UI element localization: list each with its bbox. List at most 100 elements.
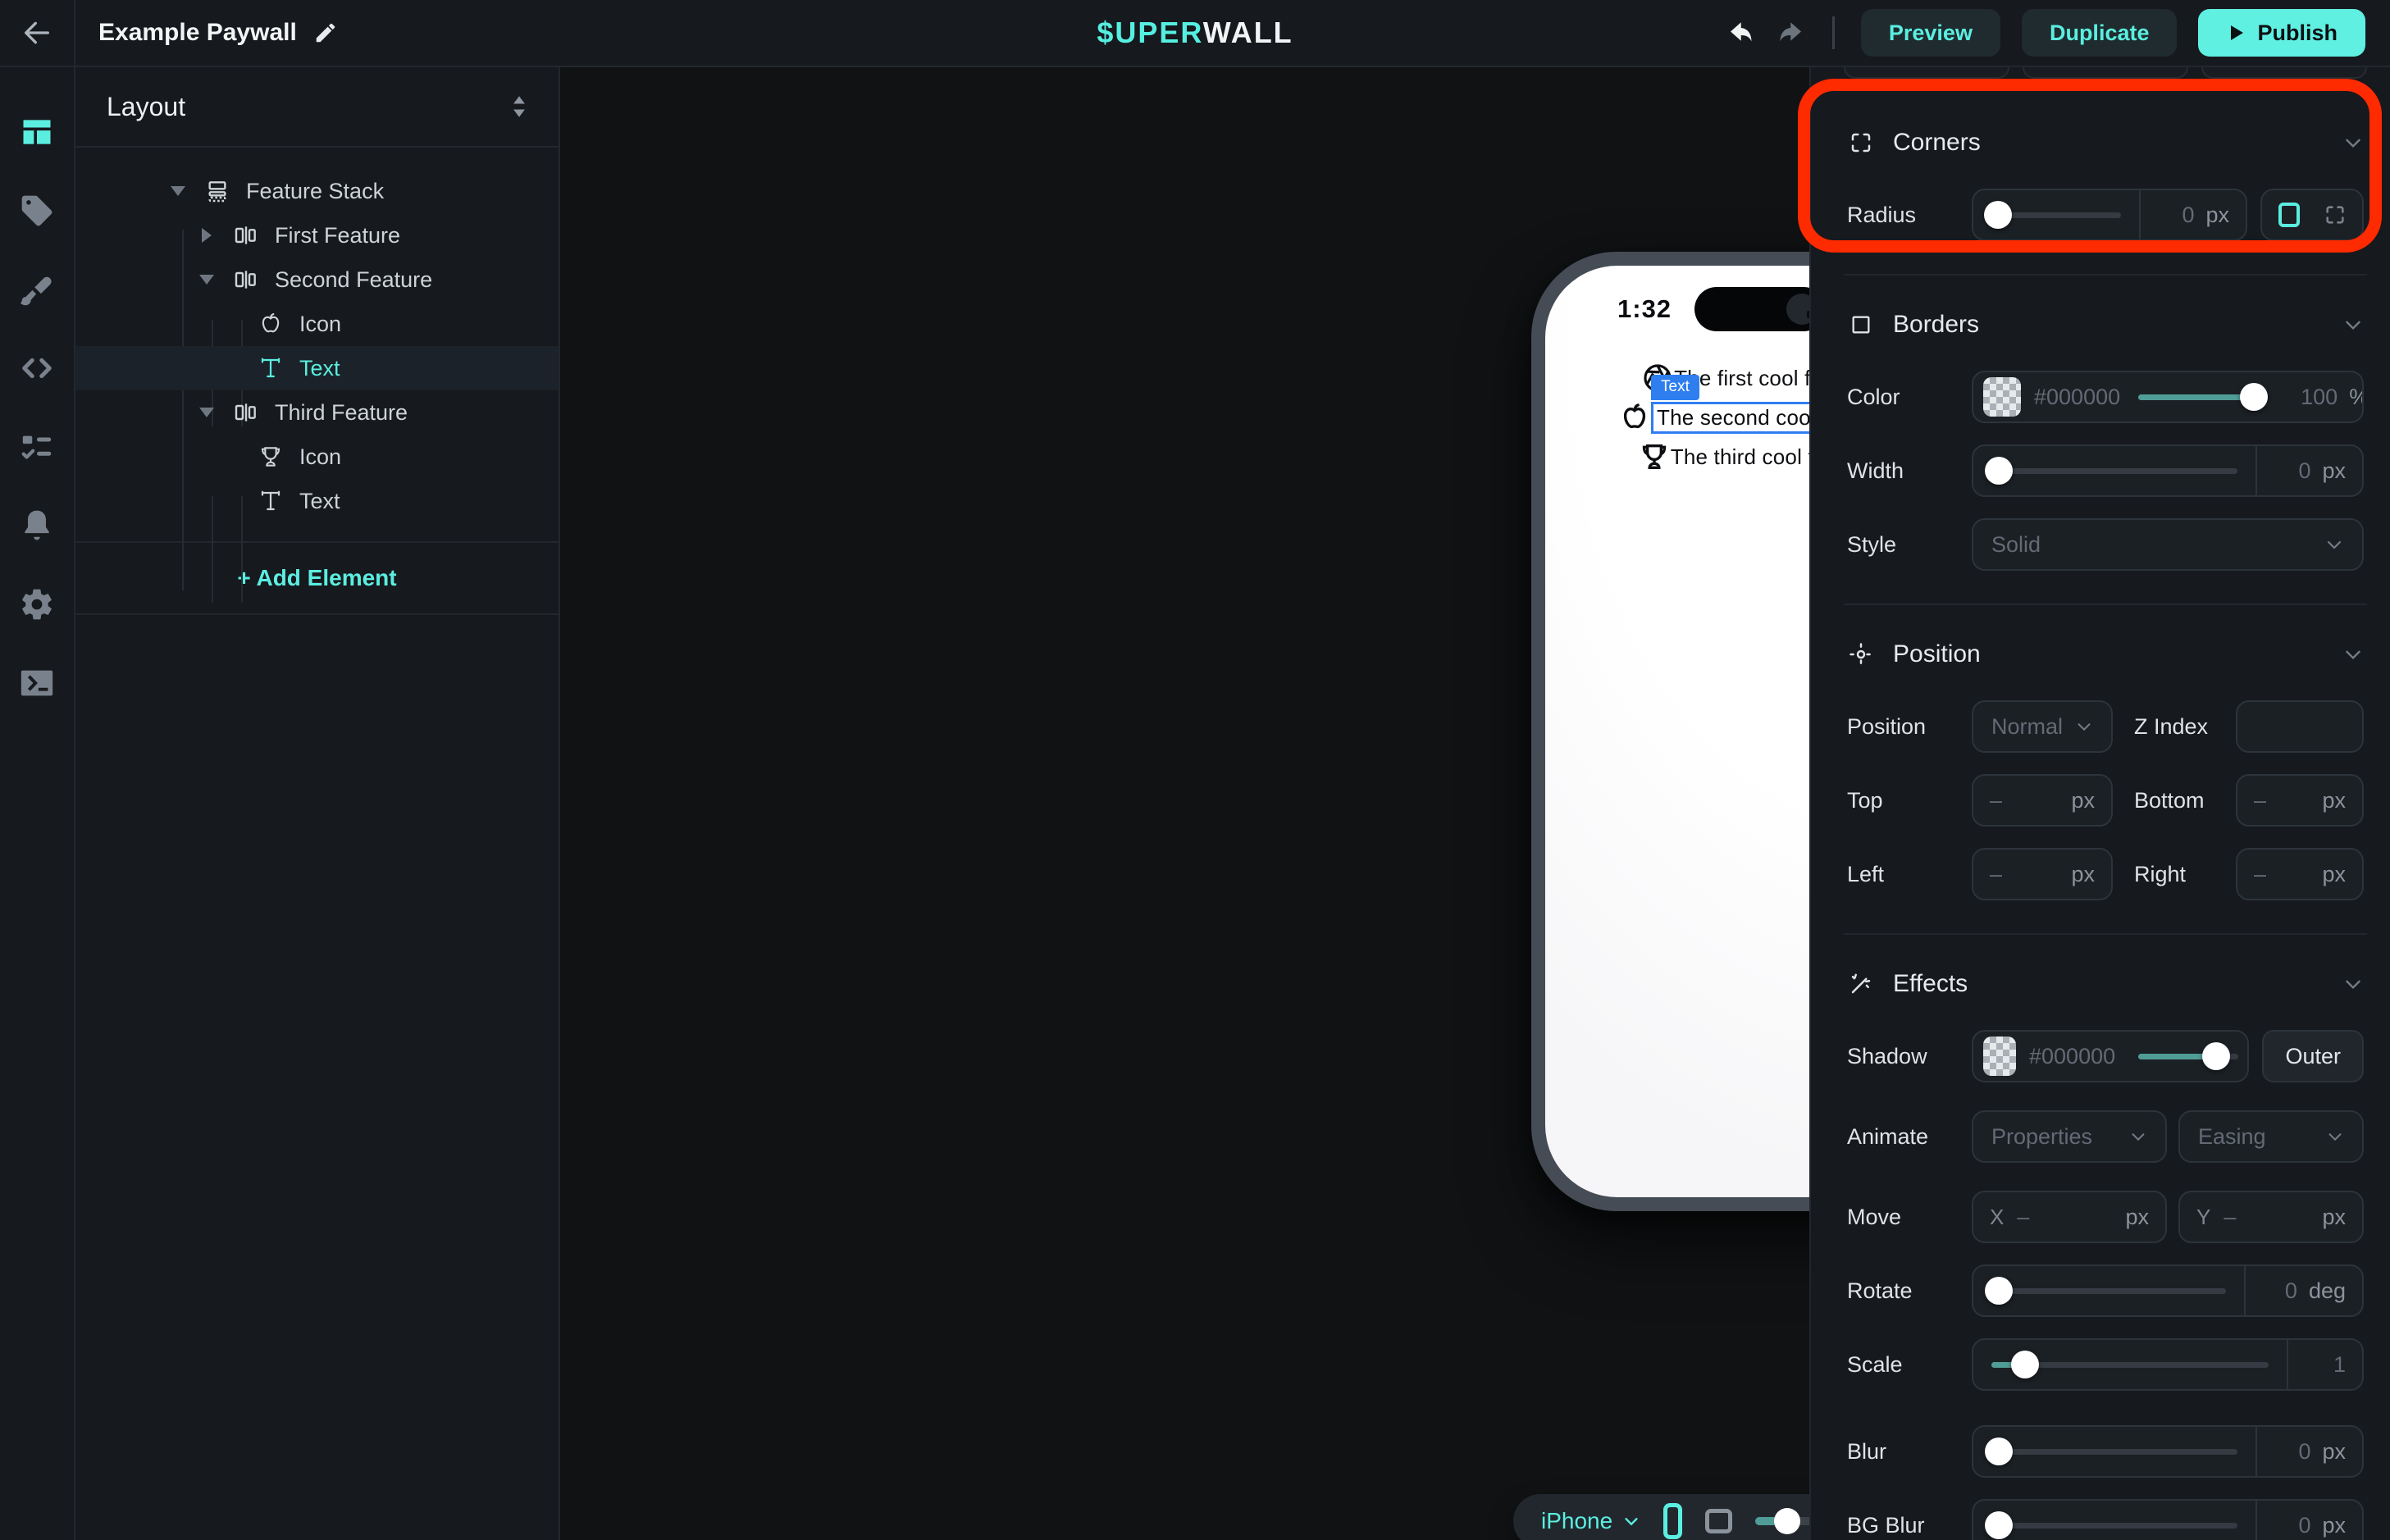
edit-title-icon[interactable] bbox=[313, 21, 338, 45]
code-icon[interactable] bbox=[18, 349, 56, 387]
chevron-down-icon bbox=[2326, 1128, 2344, 1146]
uniform-radius-button[interactable] bbox=[2270, 196, 2308, 234]
left-label: Left bbox=[1847, 862, 1972, 887]
move-x-input[interactable]: X–px bbox=[1972, 1191, 2167, 1243]
layer-tree: Feature Stack First Feature Second Featu… bbox=[75, 148, 559, 543]
inspector-panel: Corners Radius 0px bbox=[1809, 67, 2390, 1540]
columns-icon bbox=[230, 222, 262, 248]
sort-icon[interactable] bbox=[508, 94, 531, 119]
animate-easing-select[interactable]: Easing bbox=[2178, 1110, 2364, 1163]
radius-slider[interactable] bbox=[1973, 212, 2139, 218]
border-color-control: #000000 100% bbox=[1972, 371, 2364, 423]
shadow-label: Shadow bbox=[1847, 1044, 1972, 1069]
selection-label: Text bbox=[1651, 375, 1699, 400]
duplicate-button[interactable]: Duplicate bbox=[2022, 9, 2178, 57]
trophy-icon bbox=[1638, 440, 1671, 473]
tree-item-text-3[interactable]: Text bbox=[75, 479, 559, 523]
tree-item-label: Icon bbox=[299, 444, 341, 470]
tree-item-label: Feature Stack bbox=[246, 179, 384, 204]
radius-value: 0 bbox=[2182, 203, 2194, 228]
position-mode-select[interactable]: Normal bbox=[1972, 700, 2113, 753]
device-select[interactable]: iPhone bbox=[1541, 1508, 1640, 1534]
tree-item-icon-2[interactable]: Icon bbox=[75, 302, 559, 346]
animate-properties-select[interactable]: Properties bbox=[1972, 1110, 2167, 1163]
bottom-input[interactable]: –px bbox=[2236, 774, 2364, 827]
bg-blur-slider[interactable] bbox=[1973, 1523, 2255, 1529]
caret-right-icon[interactable] bbox=[196, 227, 217, 244]
border-color-value[interactable]: #000000 bbox=[2034, 385, 2120, 410]
preview-button[interactable]: Preview bbox=[1861, 9, 2000, 57]
radius-mode-toggle bbox=[2260, 189, 2364, 241]
border-width-slider[interactable] bbox=[1973, 468, 2255, 474]
shadow-color-value[interactable]: #000000 bbox=[2029, 1044, 2115, 1069]
gear-icon[interactable] bbox=[18, 585, 56, 623]
shadow-opacity-slider[interactable] bbox=[2127, 1054, 2249, 1059]
position-icon bbox=[1847, 642, 1875, 667]
per-corner-radius-button[interactable] bbox=[2316, 196, 2354, 234]
canvas[interactable]: 1:32 SW The first coo bbox=[560, 67, 1809, 1540]
zindex-input[interactable] bbox=[2236, 700, 2364, 753]
redo-icon[interactable] bbox=[1777, 18, 1806, 48]
shadow-color-swatch[interactable] bbox=[1983, 1037, 2016, 1076]
paintbrush-icon[interactable] bbox=[18, 271, 56, 308]
terminal-icon[interactable] bbox=[18, 664, 56, 702]
stack-icon bbox=[202, 178, 233, 204]
top-input[interactable]: –px bbox=[1972, 774, 2113, 827]
tree-item-third-feature[interactable]: Third Feature bbox=[75, 390, 559, 435]
tree-item-first-feature[interactable]: First Feature bbox=[75, 213, 559, 257]
move-y-input[interactable]: Y–px bbox=[2178, 1191, 2364, 1243]
scale-slider[interactable] bbox=[1973, 1362, 2287, 1368]
caret-down-icon[interactable] bbox=[196, 273, 217, 286]
blur-slider[interactable] bbox=[1973, 1449, 2255, 1455]
bell-icon[interactable] bbox=[18, 507, 56, 544]
animate-label: Animate bbox=[1847, 1124, 1972, 1150]
border-style-select[interactable]: Solid bbox=[1972, 518, 2364, 571]
radius-label: Radius bbox=[1847, 203, 1972, 228]
layout-panel-icon[interactable] bbox=[18, 113, 56, 151]
checklist-icon[interactable] bbox=[18, 428, 56, 466]
blur-value: 0 bbox=[2298, 1439, 2310, 1465]
chevron-down-icon[interactable] bbox=[2342, 973, 2364, 995]
publish-button[interactable]: Publish bbox=[2198, 9, 2365, 57]
chevron-down-icon bbox=[1622, 1512, 1640, 1530]
undo-icon[interactable] bbox=[1726, 18, 1755, 48]
chevron-down-icon[interactable] bbox=[2342, 644, 2364, 665]
tree-item-second-feature[interactable]: Second Feature bbox=[75, 257, 559, 302]
rotate-value: 0 bbox=[2285, 1278, 2297, 1304]
border-width-value: 0 bbox=[2298, 458, 2310, 484]
apple-icon bbox=[1618, 401, 1651, 434]
landscape-orientation-button[interactable] bbox=[1705, 1509, 1733, 1533]
tree-item-icon-3[interactable]: Icon bbox=[75, 435, 559, 479]
magic-wand-icon bbox=[1847, 972, 1875, 996]
border-color-label: Color bbox=[1847, 385, 1972, 410]
tree-item-feature-stack[interactable]: Feature Stack bbox=[75, 169, 559, 213]
tag-icon[interactable] bbox=[18, 192, 56, 230]
tree-item-label: Text bbox=[299, 356, 340, 381]
position-mode-label: Position bbox=[1847, 714, 1972, 740]
border-style-value: Solid bbox=[1991, 532, 2041, 558]
rotate-slider[interactable] bbox=[1973, 1288, 2244, 1294]
portrait-orientation-button[interactable] bbox=[1663, 1503, 1681, 1539]
color-swatch[interactable] bbox=[1983, 377, 2021, 417]
status-time: 1:32 bbox=[1617, 294, 1672, 324]
chevron-down-icon[interactable] bbox=[2342, 314, 2364, 335]
shadow-mode-button[interactable]: Outer bbox=[2262, 1030, 2364, 1082]
right-input[interactable]: –px bbox=[2236, 848, 2364, 900]
paywall-title: Example Paywall bbox=[98, 19, 297, 47]
left-input[interactable]: –px bbox=[1972, 848, 2113, 900]
tree-item-text-2-selected[interactable]: Text bbox=[75, 346, 559, 390]
move-label: Move bbox=[1847, 1205, 1972, 1230]
columns-icon bbox=[230, 399, 262, 426]
add-element-button[interactable]: + Add Element bbox=[75, 543, 559, 615]
tree-item-label: Icon bbox=[299, 312, 341, 337]
caret-down-icon[interactable] bbox=[167, 185, 189, 198]
border-opacity-value: 100 bbox=[2301, 385, 2338, 410]
chevron-down-icon[interactable] bbox=[2342, 132, 2364, 153]
border-opacity-slider[interactable] bbox=[2120, 394, 2284, 400]
zoom-slider-thumb[interactable] bbox=[1774, 1508, 1800, 1534]
shadow-control: #000000 100% bbox=[1972, 1030, 2249, 1082]
back-icon[interactable] bbox=[21, 16, 53, 49]
caret-down-icon[interactable] bbox=[196, 406, 217, 419]
chevron-down-icon bbox=[2324, 535, 2344, 554]
zindex-label: Z Index bbox=[2113, 714, 2236, 740]
